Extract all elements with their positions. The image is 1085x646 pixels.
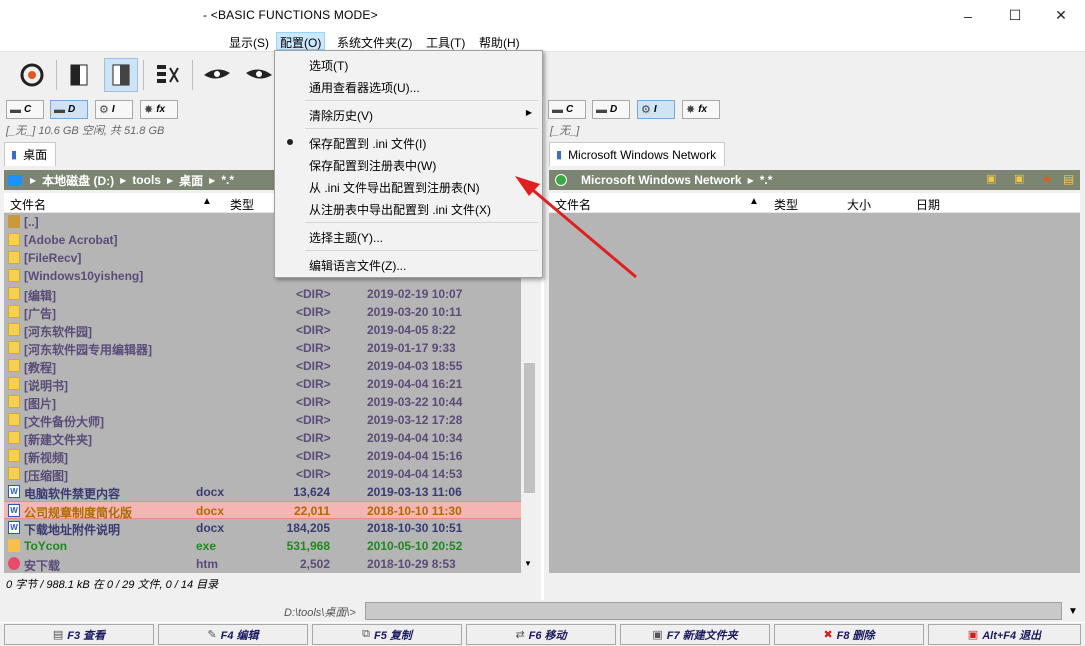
annotation-arrow — [515, 176, 637, 279]
